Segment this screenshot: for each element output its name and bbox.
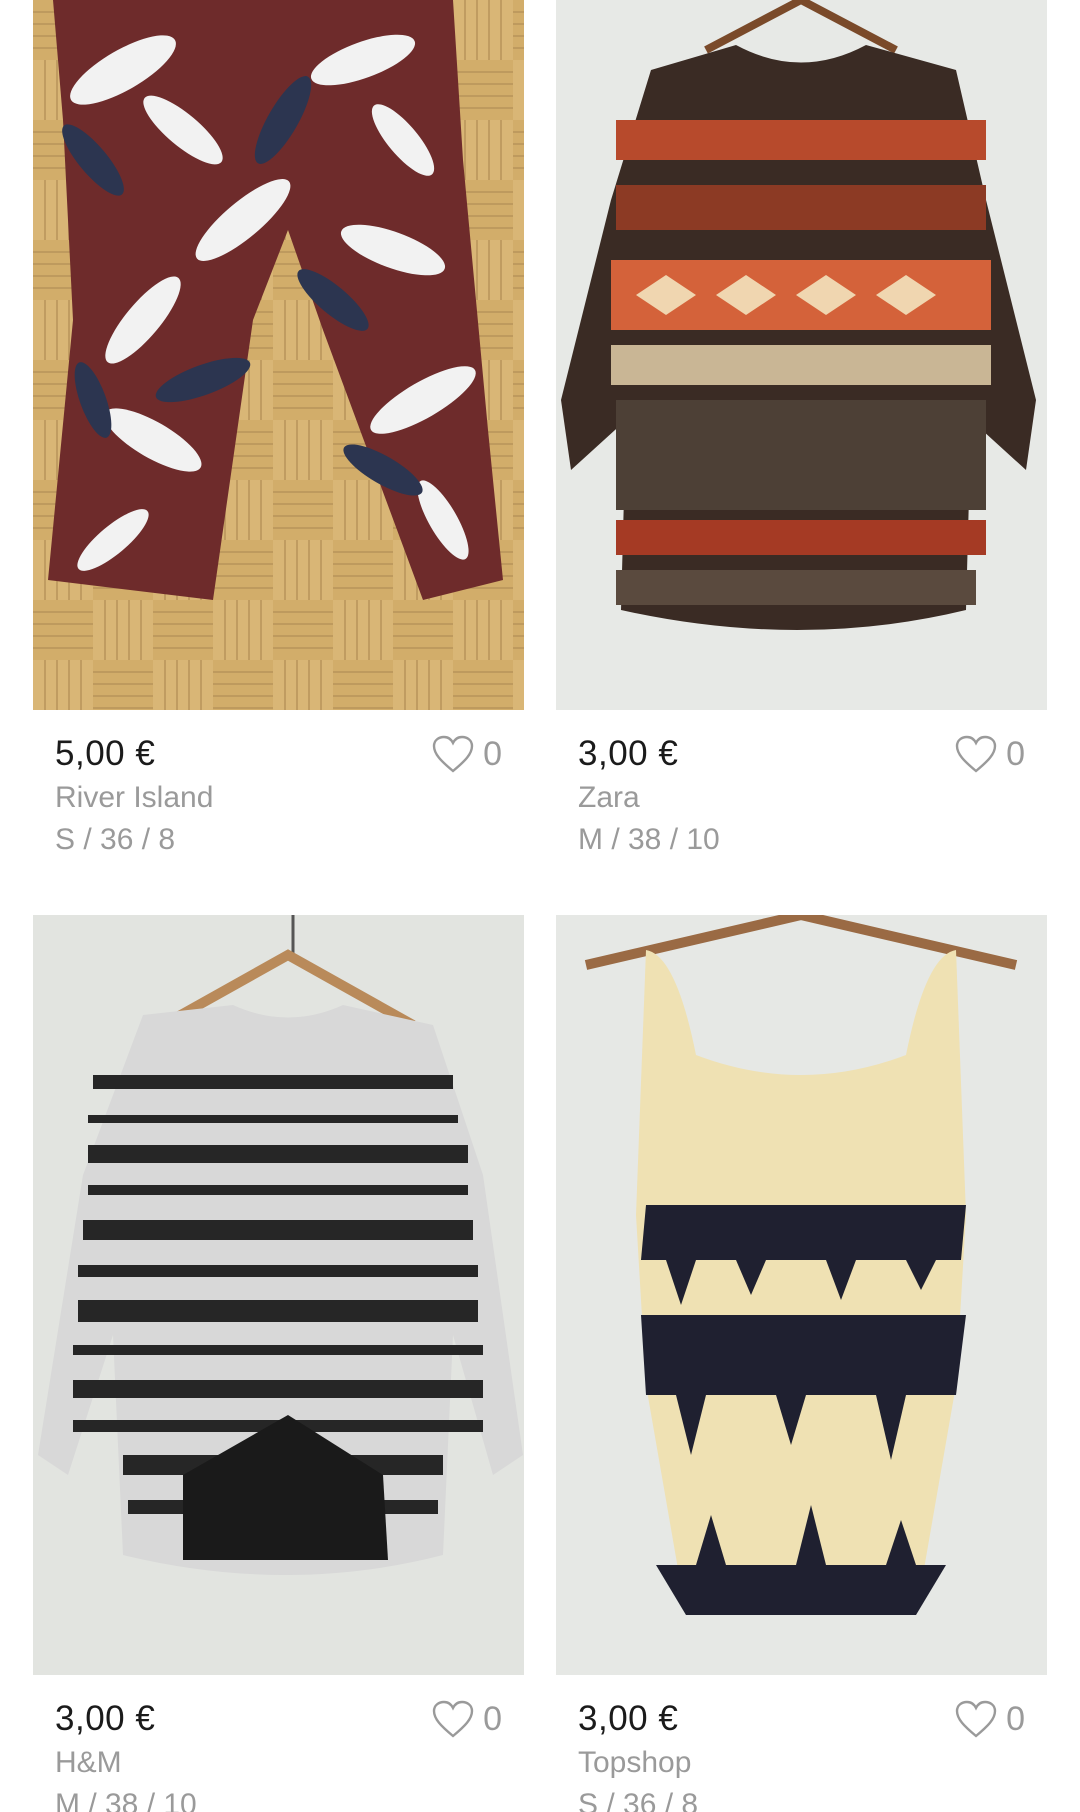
item-brand: H&M: [55, 1746, 122, 1779]
item-card[interactable]: 3,00 € Zara M / 38 / 10 0: [556, 0, 1047, 861]
favourite-button[interactable]: 0: [431, 734, 502, 774]
favourite-button[interactable]: 0: [431, 1699, 502, 1739]
heart-icon: [955, 1700, 997, 1738]
favourite-button[interactable]: 0: [954, 734, 1025, 774]
item-card[interactable]: 3,00 € H&M M / 38 / 10 0: [33, 915, 524, 1812]
tie-dye-top-photo: [556, 915, 1047, 1675]
item-size: S / 36 / 8: [578, 1788, 699, 1812]
striped-sweater-photo: [33, 915, 524, 1675]
item-brand: River Island: [55, 781, 214, 814]
item-photo[interactable]: [33, 915, 524, 1675]
item-brand: Zara: [578, 781, 640, 814]
floral-trousers-photo: [33, 0, 524, 710]
favourite-count: 0: [1006, 735, 1025, 773]
heart-icon: [432, 735, 474, 773]
item-photo[interactable]: [33, 0, 524, 710]
favourite-count: 0: [483, 735, 502, 773]
item-photo[interactable]: [556, 0, 1047, 710]
favourite-count: 0: [483, 1700, 502, 1738]
favourite-button[interactable]: 0: [954, 1699, 1025, 1739]
item-size: M / 38 / 10: [578, 823, 720, 856]
patterned-blouse-photo: [556, 0, 1047, 710]
heart-icon: [955, 735, 997, 773]
favourite-count: 0: [1006, 1700, 1025, 1738]
item-size: M / 38 / 10: [55, 1788, 197, 1812]
item-photo[interactable]: [556, 915, 1047, 1675]
item-card[interactable]: 3,00 € Topshop S / 36 / 8 0: [556, 915, 1047, 1812]
item-grid: 5,00 € River Island S / 36 / 8 0 3,00 € …: [0, 0, 1080, 1812]
item-card[interactable]: 5,00 € River Island S / 36 / 8 0: [33, 0, 524, 861]
item-brand: Topshop: [578, 1746, 692, 1779]
item-size: S / 36 / 8: [55, 823, 176, 856]
heart-icon: [432, 1700, 474, 1738]
